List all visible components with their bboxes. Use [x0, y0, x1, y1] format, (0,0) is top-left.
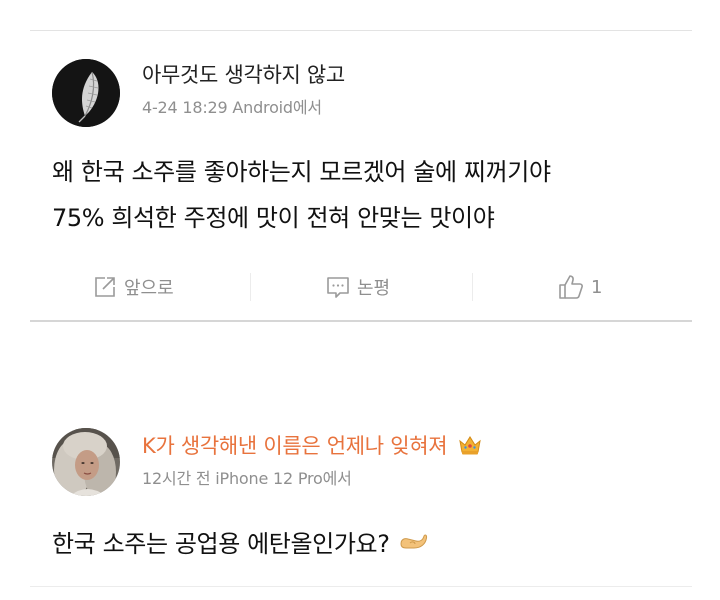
flexed-arm-emoji — [400, 534, 427, 549]
comment-text-line: 한국 소주는 공업용 에탄올인가요? — [52, 530, 390, 558]
like-button[interactable]: 1 — [557, 272, 602, 302]
forward-icon — [95, 277, 115, 297]
action-separator — [250, 273, 251, 301]
thumbs-up-icon — [559, 275, 583, 299]
avatar-portrait-image — [52, 428, 120, 496]
comment-username[interactable]: 아무것도 생각하지 않고 — [142, 62, 345, 88]
avatar[interactable] — [52, 59, 120, 127]
comment-button[interactable]: 논평 — [325, 272, 390, 302]
action-separator — [472, 273, 473, 301]
comment-feed: 아무것도 생각하지 않고 4-24 18:29 Android에서 왜 한국 소… — [0, 0, 720, 600]
top-divider — [30, 30, 692, 31]
comment-text-row: 한국 소주는 공업용 에탄올인가요? — [52, 524, 428, 559]
comment-username-row[interactable]: K가 생각해낸 이름은 언제나 잊혀져 — [142, 433, 482, 459]
avatar[interactable] — [52, 428, 120, 496]
forward-button[interactable]: 앞으로 — [92, 272, 174, 302]
avatar-feather-image — [52, 59, 120, 127]
forward-label: 앞으로 — [124, 278, 174, 299]
comment-username: K가 생각해낸 이름은 언제나 잊혀져 — [142, 434, 448, 458]
comment-meta: 12시간 전 iPhone 12 Pro에서 — [142, 469, 352, 488]
like-count: 1 — [591, 276, 603, 298]
comment-meta: 4-24 18:29 Android에서 — [142, 98, 322, 117]
comment-divider — [30, 320, 692, 322]
comment-label: 논평 — [357, 278, 391, 299]
comment-icon — [327, 277, 349, 298]
bottom-divider — [30, 586, 692, 587]
crown-icon — [458, 436, 481, 455]
comment-text-line: 왜 한국 소주를 좋아하는지 모르겠어 술에 찌꺼기야 — [52, 158, 551, 186]
comment-text-line: 75% 희석한 주정에 맛이 전혀 안맞는 맛이야 — [52, 204, 495, 232]
